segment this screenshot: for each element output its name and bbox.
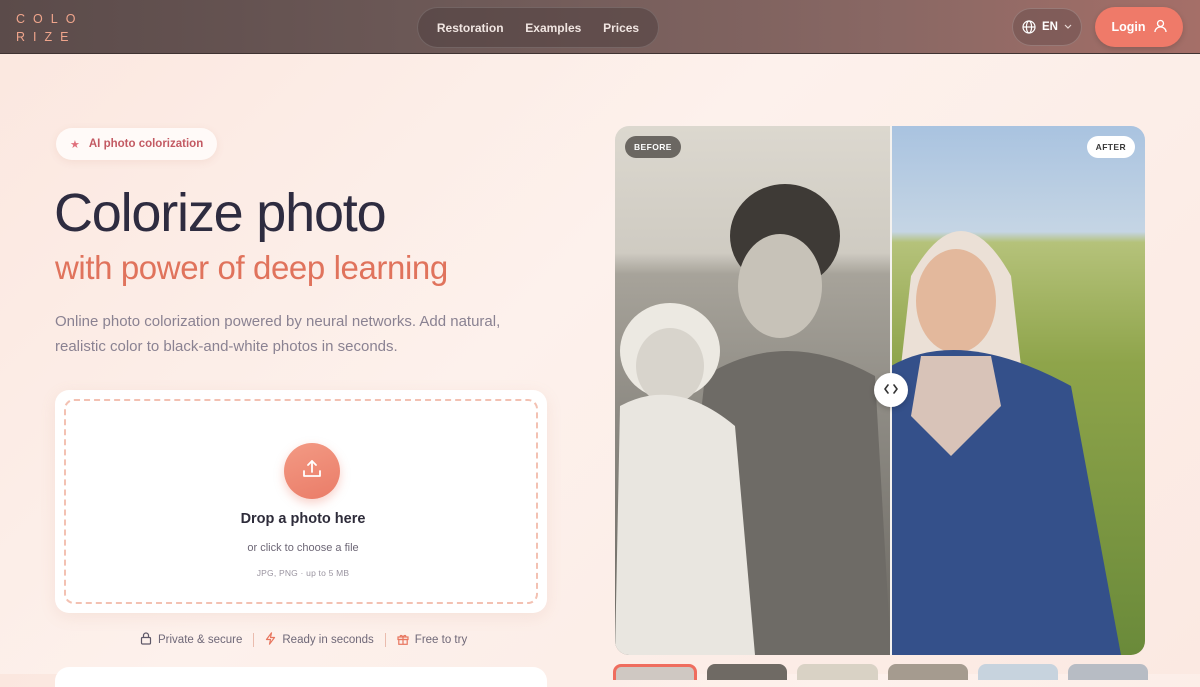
thumbnail-item[interactable] [797,664,878,680]
nav-prices[interactable]: Prices [603,21,639,35]
logo[interactable]: COLO RIZE [16,10,76,46]
logo-line-2: RIZE [16,30,77,44]
login-button[interactable]: Login [1095,7,1183,47]
globe-icon [1022,20,1036,34]
badge-label: AI photo colorization [88,138,204,150]
feature-speed: Ready in seconds [265,632,374,648]
after-photo [891,126,1145,655]
nav-examples[interactable]: Examples [525,21,581,35]
arrows-horizontal-icon [884,383,898,397]
feature-private: Private & secure [140,632,242,648]
login-label: Login [1111,20,1146,34]
ai-badge: ★ AI photo colorization [56,128,218,160]
feature-list: Private & secure Ready in seconds Free t… [140,631,467,649]
language-label: EN [1042,21,1058,33]
after-photo-art [891,231,1121,655]
feature-label: Free to try [414,634,468,646]
drop-title: Drop a photo here [240,511,366,527]
top-header: COLO RIZE Restoration Examples Prices EN… [0,0,1200,54]
upload-icon [301,458,323,485]
language-selector[interactable]: EN [1012,8,1082,46]
thumbnail-item[interactable] [613,664,698,680]
lightning-icon [265,632,276,648]
drop-formats: JPG, PNG · up to 5 MB [256,568,350,578]
thumbnail-item[interactable] [887,664,968,680]
before-after-compare[interactable]: BEFORE AFTER [615,126,1145,655]
logo-line-1: COLO [16,12,84,26]
page-description: Online photo colorization powered by neu… [55,313,501,355]
upload-card: Drop a photo here or click to choose a f… [55,390,547,613]
before-tag: BEFORE [625,136,681,158]
feature-divider [384,633,386,647]
before-photo [615,126,891,655]
example-thumbnails [613,664,1148,680]
chevron-down-icon [1064,24,1072,30]
thumbnail-item[interactable] [707,664,788,680]
compare-handle[interactable] [874,373,908,407]
feature-label: Ready in seconds [282,634,374,646]
star-icon: ★ [70,138,80,151]
after-tag: AFTER [1086,136,1135,158]
drop-zone[interactable]: Drop a photo here or click to choose a f… [64,399,538,604]
user-icon [1153,19,1167,36]
lock-icon [140,632,152,648]
upload-button[interactable] [284,443,340,499]
feature-label: Private & secure [158,634,243,646]
thumbnail-item[interactable] [1067,664,1148,680]
nav-restoration[interactable]: Restoration [437,21,504,35]
before-photo-art [615,184,891,655]
feature-free: Free to try [397,633,467,648]
thumbnail-item[interactable] [977,664,1058,680]
feature-divider [253,633,255,647]
main-nav: Restoration Examples Prices [417,7,659,48]
secondary-card [55,667,547,687]
gift-icon [397,633,409,648]
drop-subtitle: or click to choose a file [247,542,359,554]
page-subtitle: with power of deep learning [55,249,448,286]
page-title: Colorize photo [54,183,387,243]
